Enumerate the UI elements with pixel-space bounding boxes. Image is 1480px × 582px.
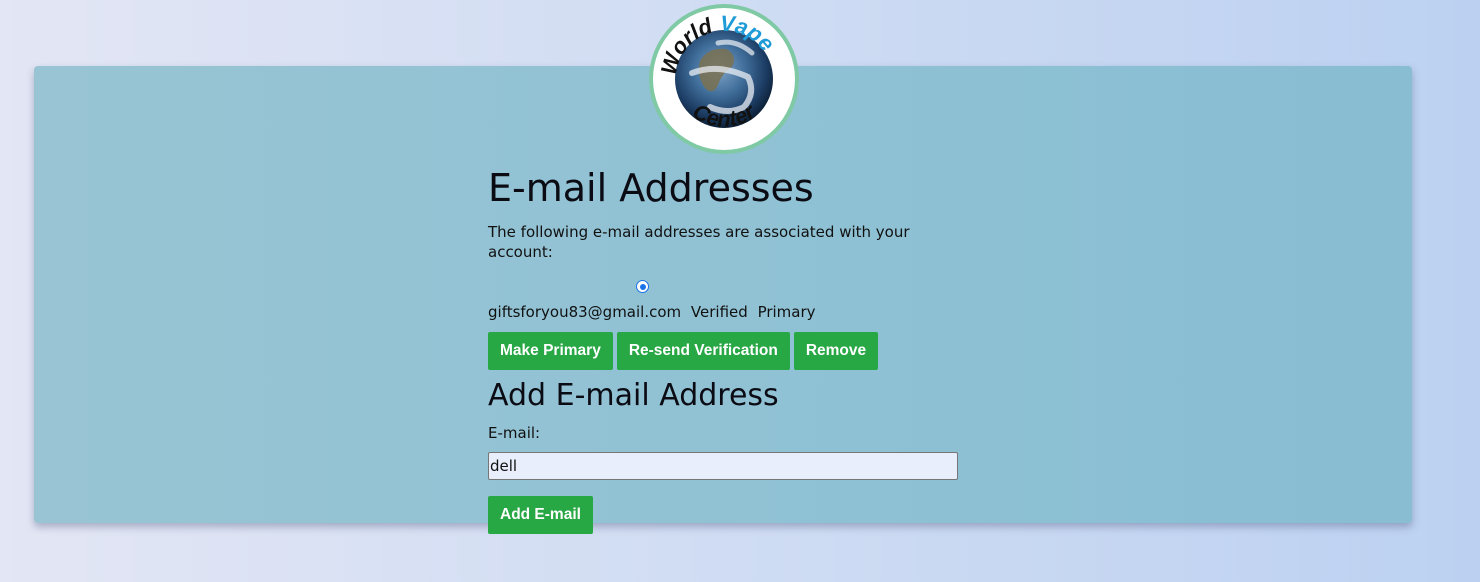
- email-entry: giftsforyou83@gmail.com Verified Primary: [488, 302, 968, 322]
- email-management-panel: E-mail Addresses The following e-mail ad…: [488, 166, 968, 534]
- page-title: E-mail Addresses: [488, 166, 814, 210]
- email-label: E-mail:: [488, 424, 541, 442]
- intro-text: The following e-mail addresses are assoc…: [488, 223, 910, 261]
- primary-status: Primary: [757, 303, 816, 321]
- resend-verification-button[interactable]: Re-send Verification: [616, 332, 790, 370]
- email-input[interactable]: [488, 452, 958, 480]
- email-select-radio[interactable]: [636, 280, 649, 293]
- world-vape-center-logo: World Vape Center: [649, 4, 799, 154]
- add-email-title: Add E-mail Address: [488, 378, 779, 413]
- make-primary-button[interactable]: Make Primary: [488, 332, 613, 370]
- radio-selected-dot: [639, 283, 646, 290]
- verified-status: Verified: [690, 303, 748, 321]
- email-actions: Make Primary Re-send Verification Remove: [488, 332, 968, 370]
- add-email-button[interactable]: Add E-mail: [488, 496, 593, 534]
- remove-button[interactable]: Remove: [793, 332, 879, 370]
- email-entry-row: [488, 278, 968, 300]
- email-address: giftsforyou83@gmail.com: [488, 303, 682, 321]
